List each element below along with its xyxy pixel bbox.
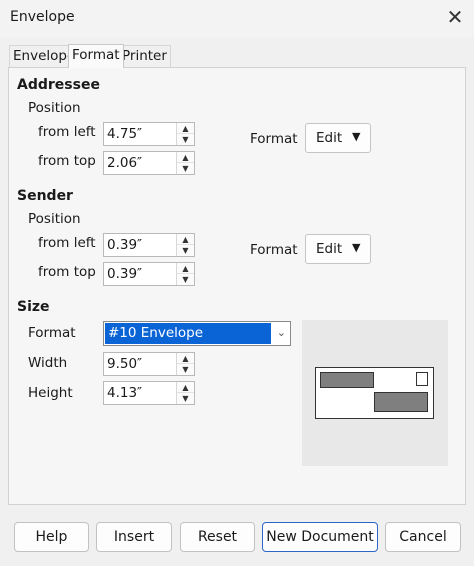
sender-from-left-label: from left [38, 235, 96, 251]
addressee-from-top-spinner[interactable]: 2.06″ ▲ ▼ [103, 151, 195, 175]
size-height-spinner[interactable]: 4.13″ ▲ ▼ [103, 381, 195, 405]
increment-icon[interactable]: ▲ [177, 382, 194, 393]
sender-edit-button[interactable]: Edit ▼ [305, 234, 371, 264]
increment-icon[interactable]: ▲ [177, 353, 194, 364]
decrement-icon[interactable]: ▼ [177, 163, 194, 174]
addressee-format-label: Format [250, 131, 298, 147]
sender-format-label: Format [250, 242, 298, 258]
size-width-value: 9.50″ [107, 356, 143, 372]
addressee-from-left-spinner[interactable]: 4.75″ ▲ ▼ [103, 122, 195, 146]
sender-from-top-spinner[interactable]: 0.39″ ▲ ▼ [103, 262, 195, 286]
addressee-from-left-value: 4.75″ [107, 126, 143, 142]
sender-from-left-value: 0.39″ [107, 237, 143, 253]
window-title: Envelope [10, 9, 75, 25]
increment-icon[interactable]: ▲ [177, 263, 194, 274]
decrement-icon[interactable]: ▼ [177, 245, 194, 256]
size-width-spinner[interactable]: 9.50″ ▲ ▼ [103, 352, 195, 376]
sender-block-preview [320, 372, 374, 388]
addressee-edit-button[interactable]: Edit ▼ [305, 123, 371, 153]
increment-icon[interactable]: ▲ [177, 152, 194, 163]
insert-button[interactable]: Insert [96, 522, 172, 552]
caret-down-icon: ▼ [352, 130, 361, 143]
increment-icon[interactable]: ▲ [177, 234, 194, 245]
sender-edit-label: Edit [316, 241, 343, 257]
addressee-from-top-value: 2.06″ [107, 155, 143, 171]
size-format-label: Format [28, 325, 76, 341]
size-height-value: 4.13″ [107, 385, 143, 401]
size-heading: Size [17, 299, 50, 315]
help-button[interactable]: Help [14, 522, 89, 552]
decrement-icon[interactable]: ▼ [177, 364, 194, 375]
size-width-label: Width [28, 355, 68, 371]
caret-down-icon: ▼ [352, 241, 361, 254]
sender-from-left-spinner[interactable]: 0.39″ ▲ ▼ [103, 233, 195, 257]
sender-position-label: Position [28, 211, 81, 227]
addressee-block-preview [374, 392, 428, 412]
reset-button[interactable]: Reset [180, 522, 255, 552]
sender-heading: Sender [17, 188, 73, 204]
decrement-icon[interactable]: ▼ [177, 274, 194, 285]
sender-from-top-label: from top [38, 264, 96, 280]
stamp-preview [416, 372, 428, 386]
chevron-down-icon[interactable]: ⌄ [277, 326, 286, 339]
decrement-icon[interactable]: ▼ [177, 134, 194, 145]
cancel-button[interactable]: Cancel [385, 522, 461, 552]
tab-format[interactable]: Format [68, 44, 124, 68]
close-icon[interactable]: ✕ [444, 6, 466, 28]
addressee-heading: Addressee [17, 77, 100, 93]
size-format-selected: #10 Envelope [105, 323, 271, 344]
size-format-select[interactable]: #10 Envelope ⌄ [103, 321, 291, 346]
new-document-button[interactable]: New Document [262, 522, 378, 552]
decrement-icon[interactable]: ▼ [177, 393, 194, 404]
addressee-position-label: Position [28, 100, 81, 116]
size-height-label: Height [28, 385, 73, 401]
addressee-edit-label: Edit [316, 130, 343, 146]
sender-from-top-value: 0.39″ [107, 266, 143, 282]
tab-printer[interactable]: Printer [118, 45, 171, 67]
addressee-from-left-label: from left [38, 124, 96, 140]
addressee-from-top-label: from top [38, 153, 96, 169]
increment-icon[interactable]: ▲ [177, 123, 194, 134]
